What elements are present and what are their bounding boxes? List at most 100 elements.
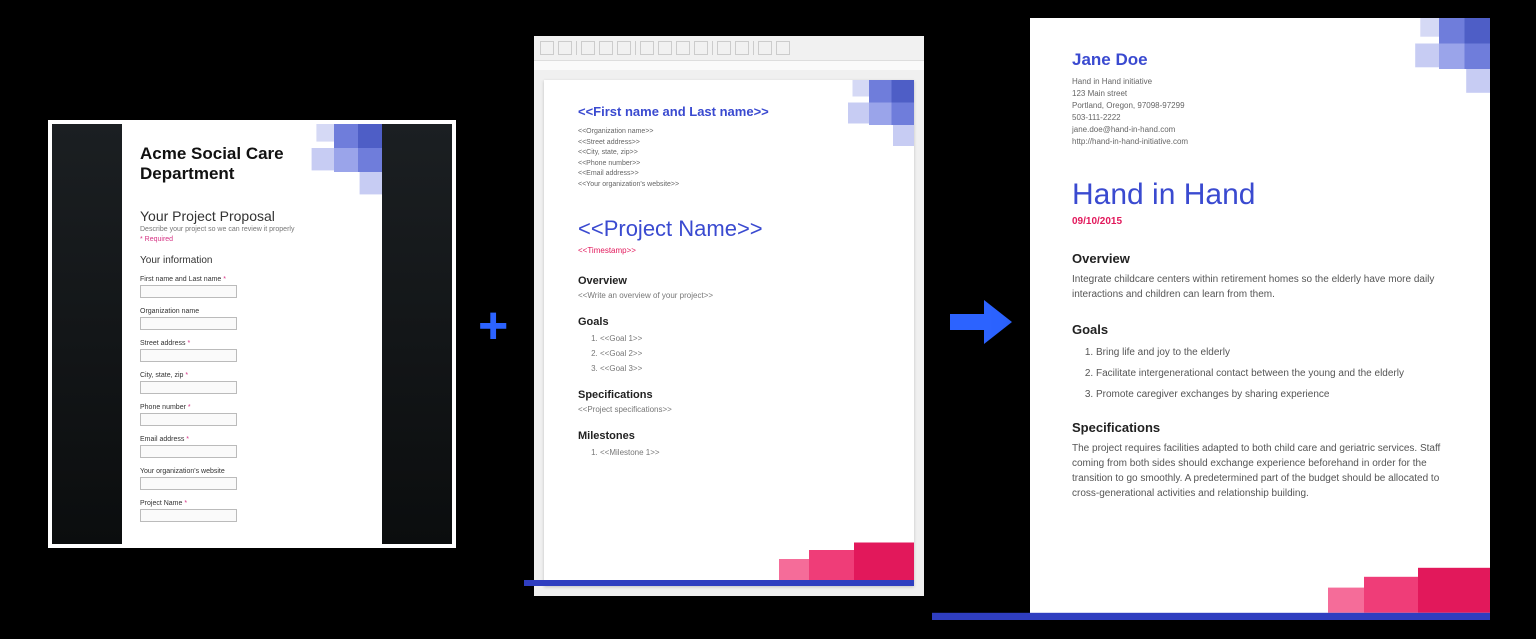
output-sheet: Jane Doe Hand in Hand initiative123 Main… <box>1030 18 1490 620</box>
meta-item: jane.doe@hand-in-hand.com <box>1072 124 1448 136</box>
section-title-goals: Goals <box>578 316 880 328</box>
meta-item: <<Street address>> <box>578 138 880 149</box>
meta-item: Hand in Hand initiative <box>1072 76 1448 88</box>
output-panel: Jane Doe Hand in Hand initiative123 Main… <box>1030 18 1490 620</box>
toolbar-button[interactable] <box>617 41 631 55</box>
form-field: First name and Last name * <box>140 276 364 298</box>
goal-item: <<Goal 2>> <box>600 349 880 358</box>
toolbar-button[interactable] <box>776 41 790 55</box>
doc-toolbar[interactable] <box>534 36 924 61</box>
output-overview-body: Integrate childcare centers within retir… <box>1072 272 1448 302</box>
meta-item: <<Organization name>> <box>578 127 880 138</box>
form-sidebar-right <box>382 124 452 544</box>
field-label: Your organization's website <box>140 468 364 475</box>
toolbar-button[interactable] <box>694 41 708 55</box>
goal-item: Facilitate intergenerational contact bet… <box>1096 368 1448 379</box>
text-input[interactable] <box>140 445 237 458</box>
decor-footer-icon <box>1292 548 1490 620</box>
template-goals-list: <<Goal 1>> <<Goal 2>> <<Goal 3>> <box>578 334 880 373</box>
section-title-overview: Overview <box>1072 251 1448 266</box>
field-label: Project Name * <box>140 500 364 507</box>
form-content: Acme Social Care Department Your Project… <box>122 124 382 544</box>
meta-item: 503-111-2222 <box>1072 112 1448 124</box>
form-required-note: * Required <box>140 236 364 243</box>
decor-footer-icon <box>749 526 914 586</box>
goal-item: Bring life and joy to the elderly <box>1096 347 1448 358</box>
form-field: City, state, zip * <box>140 372 364 394</box>
diagram-stage: Acme Social Care Department Your Project… <box>0 0 1536 639</box>
meta-item: <<Email address>> <box>578 169 880 180</box>
field-label: Organization name <box>140 308 364 315</box>
goal-item: <<Goal 1>> <box>600 334 880 343</box>
toolbar-separator <box>635 41 636 55</box>
section-title-specs: Specifications <box>1072 420 1448 435</box>
form-subtitle: Describe your project so we can review i… <box>140 226 364 233</box>
toolbar-button[interactable] <box>717 41 731 55</box>
goal-item: <<Goal 3>> <box>600 364 880 373</box>
form-field: Project Name * <box>140 500 364 522</box>
form-header: Acme Social Care Department <box>140 144 364 184</box>
template-specs-placeholder: <<Project specifications>> <box>578 405 880 414</box>
form-sidebar-left <box>52 124 122 544</box>
text-input[interactable] <box>140 285 237 298</box>
text-input[interactable] <box>140 413 237 426</box>
toolbar-button[interactable] <box>558 41 572 55</box>
form-field: Street address * <box>140 340 364 362</box>
output-goals-list: Bring life and joy to the elderly Facilit… <box>1072 347 1448 400</box>
field-label: Email address * <box>140 436 364 443</box>
toolbar-button[interactable] <box>676 41 690 55</box>
form-panel: Acme Social Care Department Your Project… <box>48 120 456 548</box>
toolbar-button[interactable] <box>735 41 749 55</box>
toolbar-button[interactable] <box>658 41 672 55</box>
arrow-right-icon <box>950 300 1012 349</box>
section-title-goals: Goals <box>1072 322 1448 337</box>
section-title-milestones: Milestones <box>578 430 880 442</box>
doc-area: <<First name and Last name>> <<Organizat… <box>534 70 924 596</box>
toolbar-separator <box>753 41 754 55</box>
output-meta-list: Hand in Hand initiative123 Main streetPo… <box>1072 76 1448 148</box>
toolbar-button[interactable] <box>758 41 772 55</box>
template-name-placeholder: <<First name and Last name>> <box>578 104 880 119</box>
output-project-title: Hand in Hand <box>1072 178 1448 212</box>
meta-item: <<Your organization's website>> <box>578 180 880 191</box>
toolbar-separator <box>576 41 577 55</box>
text-input[interactable] <box>140 349 237 362</box>
form-field: Your organization's website <box>140 468 364 490</box>
milestone-item: <<Milestone 1>> <box>600 448 880 457</box>
field-label: Phone number * <box>140 404 364 411</box>
text-input[interactable] <box>140 317 237 330</box>
meta-item: 123 Main street <box>1072 88 1448 100</box>
meta-item: Portland, Oregon, 97098-97299 <box>1072 100 1448 112</box>
template-meta-list: <<Organization name>><<Street address>><… <box>578 127 880 190</box>
template-panel: <<First name and Last name>> <<Organizat… <box>534 36 924 596</box>
plus-icon: + <box>478 300 508 352</box>
form-field: Email address * <box>140 436 364 458</box>
template-project-placeholder: <<Project Name>> <box>578 216 880 242</box>
template-milestones-list: <<Milestone 1>> <box>578 448 880 457</box>
goal-item: Promote caregiver exchanges by sharing e… <box>1096 389 1448 400</box>
meta-item: http://hand-in-hand-initiative.com <box>1072 136 1448 148</box>
text-input[interactable] <box>140 381 237 394</box>
output-timestamp: 09/10/2015 <box>1072 216 1448 227</box>
text-input[interactable] <box>140 477 237 490</box>
field-label: Street address * <box>140 340 364 347</box>
template-timestamp-placeholder: <<Timestamp>> <box>578 246 880 255</box>
toolbar-separator <box>712 41 713 55</box>
section-title-specs: Specifications <box>578 389 880 401</box>
output-name: Jane Doe <box>1072 50 1448 70</box>
toolbar-button[interactable] <box>581 41 595 55</box>
meta-item: <<City, state, zip>> <box>578 148 880 159</box>
toolbar-button[interactable] <box>599 41 613 55</box>
template-overview-placeholder: <<Write an overview of your project>> <box>578 291 880 300</box>
toolbar-button[interactable] <box>640 41 654 55</box>
section-title-overview: Overview <box>578 275 880 287</box>
toolbar-button[interactable] <box>540 41 554 55</box>
field-label: First name and Last name * <box>140 276 364 283</box>
form-field: Organization name <box>140 308 364 330</box>
text-input[interactable] <box>140 509 237 522</box>
doc-sheet: <<First name and Last name>> <<Organizat… <box>544 80 914 586</box>
form-section-title: Your information <box>140 255 364 266</box>
form-title: Your Project Proposal <box>140 208 364 224</box>
form-field: Phone number * <box>140 404 364 426</box>
field-label: City, state, zip * <box>140 372 364 379</box>
